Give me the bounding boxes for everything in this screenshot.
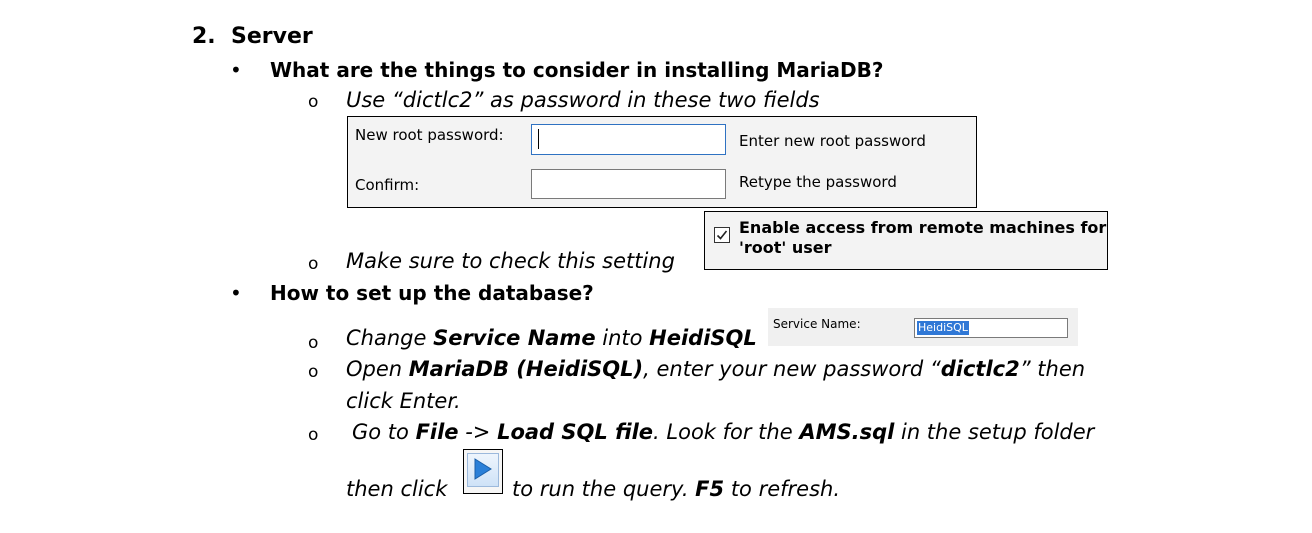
service-name-dialog: Service Name: HeidiSQL [768, 308, 1078, 346]
run-query-button[interactable] [463, 449, 503, 494]
confirm-hint: Retype the password [739, 173, 897, 191]
text-caret [538, 129, 539, 149]
sub-bullet-5: o [308, 425, 319, 445]
new-password-hint: Enter new root password [739, 132, 926, 150]
run-instruction-end: to run the query. F5 to refresh. [512, 477, 840, 501]
checkbox-instruction: Make sure to check this setting [346, 249, 675, 273]
load-sql-instruction: Go to File -> Load SQL file. Look for th… [352, 420, 1095, 444]
question-install: What are the things to consider in insta… [270, 58, 884, 82]
new-password-label: New root password: [355, 126, 504, 144]
run-query-icon [474, 458, 492, 480]
run-instruction-start: then click [346, 477, 448, 501]
section-number: 2. [192, 24, 216, 49]
remote-access-label: Enable access from remote machines for '… [739, 218, 1106, 258]
sub-bullet-2: o [308, 254, 319, 274]
service-name-value: HeidiSQL [917, 321, 969, 335]
bullet-1: • [230, 58, 242, 82]
service-name-label: Service Name: [773, 317, 861, 331]
bullet-2: • [230, 281, 242, 305]
password-instruction: Use “dictlc2” as password in these two f… [346, 88, 820, 112]
confirm-label: Confirm: [355, 176, 420, 194]
remote-access-line2: 'root' user [739, 238, 832, 257]
question-setup: How to set up the database? [270, 281, 594, 305]
remote-access-setting: Enable access from remote machines for '… [704, 211, 1108, 270]
new-password-input[interactable] [531, 124, 726, 155]
service-instruction: Change Service Name into HeidiSQL [346, 326, 757, 350]
sub-bullet-3: o [308, 333, 319, 353]
section-heading: 2. Server [192, 24, 313, 49]
remote-access-line1: Enable access from remote machines for [739, 218, 1107, 237]
sub-bullet-1: o [308, 92, 319, 112]
open-instruction: Open MariaDB (HeidiSQL), enter your new … [346, 357, 1086, 381]
service-name-input[interactable]: HeidiSQL [914, 318, 1068, 338]
checkmark-icon [716, 230, 728, 240]
sub-bullet-4: o [308, 362, 319, 382]
open-instruction-cont: click Enter. [346, 389, 461, 413]
confirm-password-input[interactable] [531, 169, 726, 199]
section-title: Server [231, 24, 313, 49]
password-dialog: New root password: Enter new root passwo… [347, 116, 977, 208]
remote-access-checkbox[interactable] [714, 227, 730, 243]
